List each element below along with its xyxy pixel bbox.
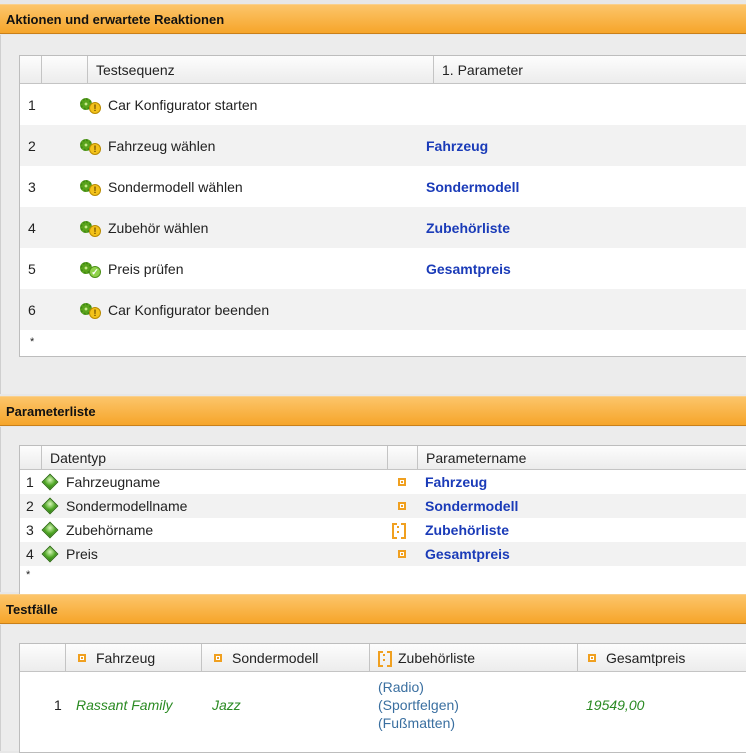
tests-grid-header: Fahrzeug Sondermodell Zubehörliste Gesam… <box>20 644 746 672</box>
parameter-name[interactable]: Zubehörliste <box>425 518 509 542</box>
column-parametername[interactable]: Parametername <box>418 446 746 469</box>
gear-warning-icon: ! <box>80 301 102 319</box>
column-sondermodell[interactable]: Sondermodell <box>202 644 370 671</box>
test-step-parameter[interactable]: Sondermodell <box>426 166 519 207</box>
test-step-label: Preis prüfen <box>108 260 184 277</box>
parameter-row[interactable]: 1 Fahrzeugname Fahrzeug <box>20 470 746 494</box>
params-panel: Parameterliste Datentyp Parametername 1F… <box>0 396 746 595</box>
params-grid-header: Datentyp Parametername <box>20 446 746 470</box>
params-panel-title: Parameterliste <box>0 396 746 426</box>
test-step-label: Car Konfigurator starten <box>108 96 258 113</box>
column-testsequenz[interactable]: Testsequenz <box>88 56 434 83</box>
new-param-row[interactable]: * <box>20 568 746 582</box>
tests-grid: Fahrzeug Sondermodell Zubehörliste Gesam… <box>19 643 746 753</box>
testcase-fahrzeug[interactable]: Rassant Family <box>76 672 172 738</box>
actions-grid: Testsequenz 1. Parameter 1! Car Konfigura… <box>19 55 746 357</box>
parameter-row[interactable]: 2 Sondermodellname Sondermodell <box>20 494 746 518</box>
test-step-label: Sondermodell wählen <box>108 178 243 195</box>
test-step-parameter[interactable]: Gesamtpreis <box>426 248 511 289</box>
datatype-icon <box>41 545 59 563</box>
column-datentyp[interactable]: Datentyp <box>42 446 388 469</box>
testcase-sondermodell[interactable]: Jazz <box>212 672 241 738</box>
test-step-row[interactable]: 6! Car Konfigurator beenden <box>20 289 746 330</box>
gear-check-icon: ✓ <box>80 260 102 278</box>
test-step-row[interactable]: 4! Zubehör wählen Zubehörliste <box>20 207 746 248</box>
gear-warning-icon: ! <box>80 96 102 114</box>
single-value-icon <box>398 502 406 510</box>
gear-warning-icon: ! <box>80 219 102 237</box>
parameter-name[interactable]: Fahrzeug <box>425 470 487 494</box>
column-gesamtpreis[interactable]: Gesamtpreis <box>578 644 746 671</box>
actions-grid-header: Testsequenz 1. Parameter <box>20 56 746 84</box>
testcase-gesamtpreis[interactable]: 19549,00 <box>586 672 644 738</box>
test-step-label: Zubehör wählen <box>108 219 209 236</box>
single-value-icon <box>398 550 406 558</box>
single-value-icon <box>78 653 86 662</box>
test-step-parameter[interactable]: Fahrzeug <box>426 125 488 166</box>
single-value-icon <box>214 653 222 662</box>
params-grid: Datentyp Parametername 1 Fahrzeugname Fahr… <box>19 445 746 595</box>
column-parameter-1[interactable]: 1. Parameter <box>434 56 746 83</box>
datatype-icon <box>41 497 59 515</box>
parameter-name[interactable]: Gesamtpreis <box>425 542 510 566</box>
test-step-row[interactable]: 5 ✓ Preis prüfen Gesamtpreis <box>20 248 746 289</box>
test-step-label: Fahrzeug wählen <box>108 137 216 154</box>
actions-panel-title: Aktionen und erwartete Reaktionen <box>0 4 746 34</box>
test-step-row[interactable]: 1! Car Konfigurator starten <box>20 84 746 125</box>
parameter-row[interactable]: 3 Zubehörname Zubehörliste <box>20 518 746 542</box>
testcase-row[interactable]: 1 Rassant Family Jazz (Radio) (Sportfelg… <box>20 672 746 738</box>
test-step-label: Car Konfigurator beenden <box>108 301 270 318</box>
parameter-name[interactable]: Sondermodell <box>425 494 518 518</box>
tests-panel-title: Testfälle <box>0 594 746 624</box>
parameter-row[interactable]: 4 Preis Gesamtpreis <box>20 542 746 566</box>
tests-panel: Testfälle Fahrzeug Sondermodell Zubehörl… <box>0 594 746 753</box>
test-step-row[interactable]: 3! Sondermodell wählen Sondermodell <box>20 166 746 207</box>
test-step-parameter[interactable]: Zubehörliste <box>426 207 510 248</box>
single-value-icon <box>398 478 406 486</box>
new-row[interactable]: * <box>20 330 746 354</box>
datatype-icon <box>41 521 59 539</box>
actions-panel: Aktionen und erwartete Reaktionen Testse… <box>0 4 746 394</box>
gear-warning-icon: ! <box>80 137 102 155</box>
datatype-label: Preis <box>66 546 98 562</box>
test-step-row[interactable]: 2! Fahrzeug wählen Fahrzeug <box>20 125 746 166</box>
gear-warning-icon: ! <box>80 178 102 196</box>
column-fahrzeug[interactable]: Fahrzeug <box>66 644 202 671</box>
list-value-icon <box>392 523 406 539</box>
datatype-label: Fahrzeugname <box>66 474 161 490</box>
single-value-icon <box>588 653 596 662</box>
datatype-label: Zubehörname <box>66 522 154 538</box>
list-value-icon <box>378 650 392 667</box>
datatype-icon <box>41 473 59 491</box>
testcase-zubehoerliste[interactable]: (Radio) (Sportfelgen) (Fußmatten) <box>378 672 459 738</box>
column-zubehoerliste[interactable]: Zubehörliste <box>370 644 578 671</box>
datatype-label: Sondermodellname <box>66 498 188 514</box>
